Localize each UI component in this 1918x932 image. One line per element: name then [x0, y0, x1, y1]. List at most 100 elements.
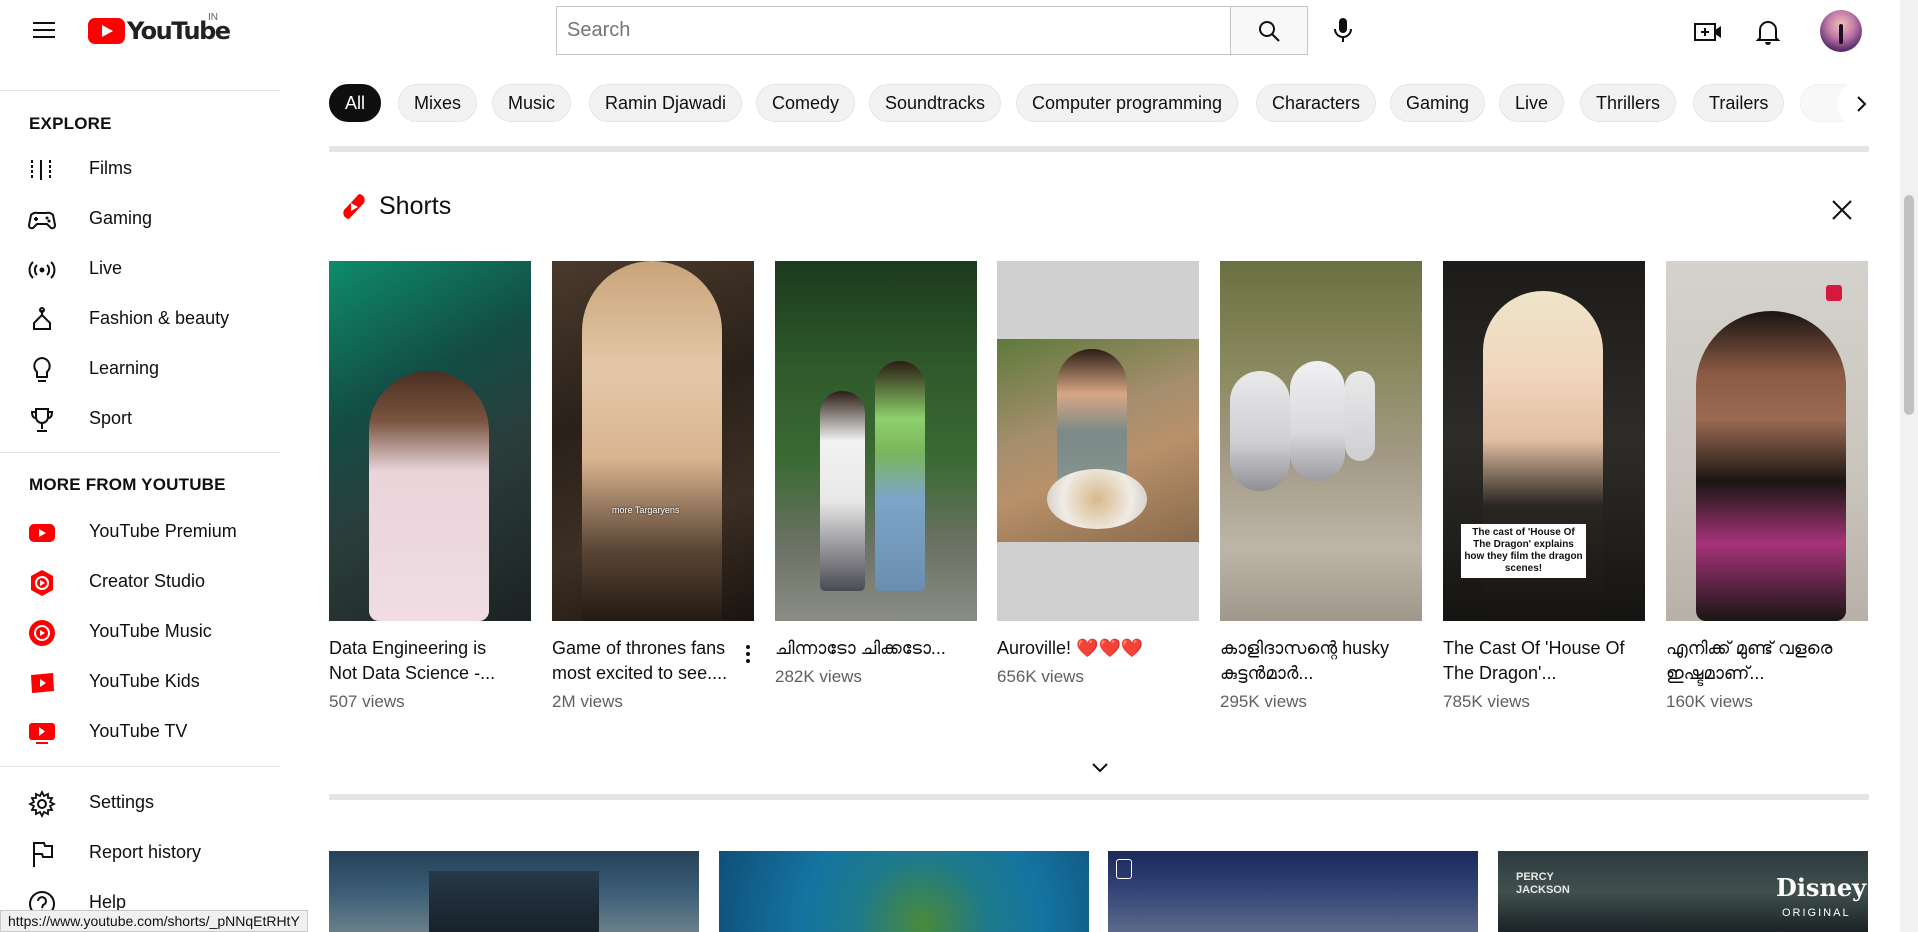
more-options-button[interactable]	[736, 639, 760, 669]
disney-plus-sublabel: ORIGINAL	[1782, 907, 1851, 919]
short-card[interactable]: Data Engineering is Not Data Science -..…	[329, 261, 531, 712]
video-thumbnail[interactable]	[719, 851, 1089, 932]
short-title[interactable]: Data Engineering is Not Data Science -..…	[329, 636, 513, 686]
search-input[interactable]	[556, 6, 1230, 55]
sidebar-item-youtube-music[interactable]: YouTube Music	[0, 607, 280, 655]
short-title[interactable]: കാളിദാസന്റെ husky കുട്ടൻമാർ...	[1220, 636, 1404, 686]
sidebar-item-youtube-kids[interactable]: YouTube Kids	[0, 657, 280, 705]
short-views: 785K views	[1443, 692, 1530, 711]
status-bar-url: https://www.youtube.com/shorts/_pNNqEtRH…	[0, 910, 308, 932]
show-more-shorts-button[interactable]	[1078, 752, 1122, 784]
short-card[interactable]: കാളിദാസന്റെ husky കുട്ടൻമാർ... 295K view…	[1220, 261, 1422, 712]
channel-badge-icon	[1826, 285, 1842, 301]
sidebar-item-live[interactable]: Live	[0, 244, 280, 292]
hanger-icon	[28, 306, 56, 334]
short-card[interactable]: more Targaryens Game of thrones fans mos…	[552, 261, 754, 712]
youtube-premium-icon	[28, 519, 56, 547]
sidebar-item-creator-studio[interactable]: Creator Studio	[0, 557, 280, 605]
channel-badge-icon	[1116, 859, 1132, 879]
sidebar-item-gaming[interactable]: Gaming	[0, 194, 280, 242]
sidebar-item-sport[interactable]: Sport	[0, 394, 280, 442]
youtube-play-icon	[88, 18, 125, 44]
sidebar-item-label: Films	[89, 157, 132, 178]
masthead: YouTube IN	[0, 0, 1900, 65]
scrollbar-thumb[interactable]	[1904, 195, 1914, 415]
sidebar-item-youtube-premium[interactable]: YouTube Premium	[0, 507, 280, 555]
shorts-close-button[interactable]	[1822, 190, 1862, 230]
short-title[interactable]: എനിക്ക് മുണ്ട് വളരെ ഇഷ്ടമാണ്...	[1666, 636, 1850, 686]
short-thumbnail[interactable]	[997, 261, 1199, 621]
short-title[interactable]: Auroville! ❤️❤️❤️	[997, 636, 1181, 661]
film-icon	[28, 156, 56, 184]
sidebar-item-fashion-beauty[interactable]: Fashion & beauty	[0, 294, 280, 342]
sidebar-item-label: YouTube Music	[89, 620, 212, 641]
chip-thrillers[interactable]: Thrillers	[1580, 84, 1677, 122]
voice-search-button[interactable]	[1323, 10, 1363, 50]
youtube-kids-icon	[28, 669, 56, 697]
avatar[interactable]	[1820, 10, 1862, 52]
notifications-button[interactable]	[1748, 12, 1788, 52]
chevron-right-icon	[1857, 96, 1867, 112]
short-card[interactable]: എനിക്ക് മുണ്ട് വളരെ ഇഷ്ടമാണ്... 160K vie…	[1666, 261, 1868, 712]
chip-music[interactable]: Music	[492, 84, 572, 122]
sidebar: EXPLORE Films Gaming Live Fashion & beau…	[0, 65, 297, 932]
sidebar-item-label: Creator Studio	[89, 570, 206, 591]
sidebar-item-label: YouTube Kids	[89, 670, 200, 691]
page-scrollbar[interactable]	[1900, 0, 1918, 932]
video-thumbnail[interactable]	[329, 851, 699, 932]
sidebar-item-label: Learning	[89, 357, 160, 378]
short-card[interactable]: ചിന്നാടോ ചിക്കടോ... 282K views	[775, 261, 977, 687]
short-title[interactable]: Game of thrones fans most excited to see…	[552, 636, 736, 686]
short-thumbnail[interactable]	[1666, 261, 1868, 621]
chip-characters[interactable]: Characters	[1256, 84, 1377, 122]
chip-comedy[interactable]: Comedy	[756, 84, 856, 122]
microphone-icon	[1334, 18, 1352, 42]
short-views: 160K views	[1666, 692, 1753, 711]
chip-trailers[interactable]: Trailers	[1693, 84, 1785, 122]
shorts-logo-icon	[343, 194, 365, 219]
short-card[interactable]: Auroville! ❤️❤️❤️ 656K views	[997, 261, 1199, 687]
sidebar-item-label: YouTube TV	[89, 720, 188, 741]
more-from-youtube-heading: MORE FROM YOUTUBE	[29, 475, 226, 494]
short-thumbnail[interactable]	[329, 261, 531, 621]
short-thumb-caption: more Targaryens	[612, 505, 680, 515]
bell-icon	[1756, 21, 1780, 45]
create-button[interactable]	[1688, 12, 1728, 52]
chip-ramin-djawadi[interactable]: Ramin Djawadi	[589, 84, 743, 122]
sidebar-item-learning[interactable]: Learning	[0, 344, 280, 392]
short-views: 2M views	[552, 692, 623, 711]
sidebar-item-films[interactable]: Films	[0, 144, 280, 192]
video-thumbnail[interactable]	[1108, 851, 1478, 932]
live-broadcast-icon	[28, 256, 56, 284]
search-button[interactable]	[1230, 6, 1308, 55]
short-card[interactable]: The cast of 'House Of The Dragon' explai…	[1443, 261, 1645, 712]
gear-icon	[28, 790, 56, 818]
sidebar-divider	[0, 452, 280, 453]
short-title[interactable]: ചിന്നാടോ ചിക്കടോ...	[775, 636, 959, 661]
short-thumbnail[interactable]	[1220, 261, 1422, 621]
chip-all[interactable]: All	[329, 84, 382, 122]
sidebar-divider	[0, 766, 280, 767]
sidebar-item-youtube-tv[interactable]: YouTube TV	[0, 707, 280, 755]
chip-mixes[interactable]: Mixes	[398, 84, 478, 122]
explore-heading: EXPLORE	[29, 114, 112, 133]
sidebar-item-label: Report history	[89, 841, 202, 862]
chip-computer-programming[interactable]: Computer programming	[1016, 84, 1239, 122]
sidebar-item-report-history[interactable]: Report history	[0, 828, 280, 876]
menu-icon[interactable]	[28, 17, 60, 45]
video-thumbnail[interactable]: PERCY JACKSON Disney+ ORIGINAL	[1498, 851, 1868, 932]
trophy-icon	[28, 406, 56, 434]
sidebar-item-settings[interactable]: Settings	[0, 778, 280, 826]
short-thumbnail[interactable]: more Targaryens	[552, 261, 754, 621]
chips-next-button[interactable]	[1837, 80, 1885, 128]
country-code: IN	[208, 12, 218, 23]
chip-soundtracks[interactable]: Soundtracks	[869, 84, 1002, 122]
flag-icon	[28, 840, 56, 868]
short-thumbnail[interactable]	[775, 261, 977, 621]
section-divider	[329, 146, 1869, 152]
chip-gaming[interactable]: Gaming	[1390, 84, 1486, 122]
chip-live[interactable]: Live	[1499, 84, 1565, 122]
short-thumbnail[interactable]: The cast of 'House Of The Dragon' explai…	[1443, 261, 1645, 621]
short-title[interactable]: The Cast Of 'House Of The Dragon'...	[1443, 636, 1627, 686]
sidebar-item-label: YouTube Premium	[89, 520, 237, 541]
